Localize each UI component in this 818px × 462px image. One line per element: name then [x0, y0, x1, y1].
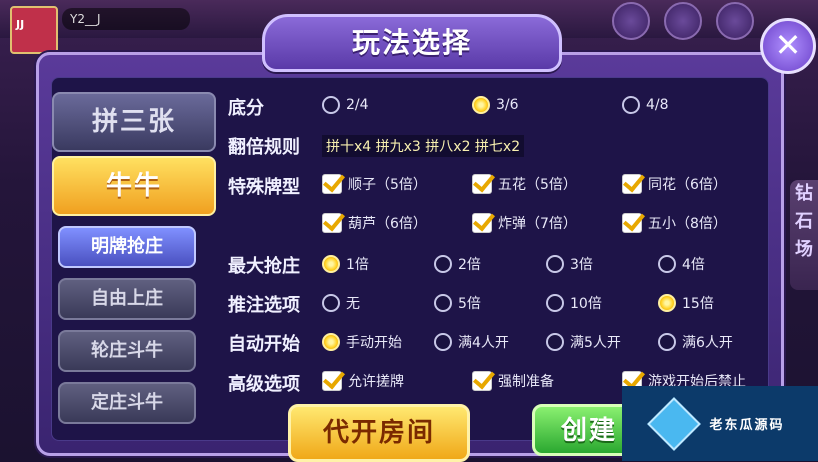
checkbox-checked-icon [622, 213, 642, 233]
option-label: 2倍 [458, 257, 481, 273]
base-score-option[interactable]: 4/8 [622, 96, 669, 114]
radio-selected-icon [658, 294, 676, 312]
max-grab-option[interactable]: 2倍 [434, 254, 481, 274]
option-label: 炸弹（7倍） [498, 216, 577, 232]
option-label: 五花（5倍） [498, 177, 577, 193]
mode-dingzhuang-douniu[interactable]: 定庄斗牛 [58, 382, 196, 424]
special-type-checkbox[interactable]: 顺子（5倍） [322, 174, 427, 194]
option-label: 葫芦（6倍） [348, 216, 427, 232]
option-label: 4/8 [646, 97, 669, 113]
option-label: 五小（8倍） [648, 216, 727, 232]
auto-start-option[interactable]: 手动开始 [322, 332, 402, 352]
radio-icon [546, 255, 564, 273]
auto-start-option[interactable]: 满5人开 [546, 332, 621, 352]
checkbox-checked-icon [622, 174, 642, 194]
radio-icon [434, 294, 452, 312]
max-grab-option[interactable]: 1倍 [322, 254, 369, 274]
radio-icon [434, 333, 452, 351]
radio-selected-icon [472, 96, 490, 114]
option-label: 1倍 [346, 257, 369, 273]
close-button[interactable]: ✕ [760, 18, 816, 74]
close-icon: ✕ [774, 26, 802, 64]
multiplier-rule-label: 翻倍规则 [228, 137, 300, 158]
checkbox-checked-icon [322, 213, 342, 233]
radio-icon [546, 333, 564, 351]
radio-selected-icon [322, 333, 340, 351]
avatar[interactable]: JJ [10, 6, 58, 54]
option-label: 允许搓牌 [348, 374, 404, 390]
radio-icon [658, 255, 676, 273]
option-label: 10倍 [570, 296, 602, 312]
option-label: 满6人开 [682, 335, 733, 351]
tab-niuniu[interactable]: 牛牛 [52, 156, 216, 216]
multiplier-rule-value: 拼十x4 拼九x3 拼八x2 拼七x2 [322, 135, 525, 157]
dialog-title-banner: 玩法选择 [262, 14, 562, 72]
radio-icon [546, 294, 564, 312]
special-type-checkbox[interactable]: 同花（6倍） [622, 174, 727, 194]
bet-option[interactable]: 10倍 [546, 293, 602, 313]
option-label: 2/4 [346, 97, 369, 113]
menu-icon[interactable] [612, 2, 650, 40]
advanced-checkbox[interactable]: 强制准备 [472, 371, 554, 391]
bet-option[interactable]: 15倍 [658, 293, 714, 313]
base-score-option[interactable]: 2/4 [322, 96, 369, 114]
watermark-text: 老东瓜源码 [709, 418, 785, 433]
option-label: 5倍 [458, 296, 481, 312]
special-type-label: 特殊牌型 [228, 177, 300, 198]
option-label: 强制准备 [498, 374, 554, 390]
mode-lunzhuang-douniu[interactable]: 轮庄斗牛 [58, 330, 196, 372]
option-label: 无 [346, 296, 360, 312]
mode-ziyou-shangzhuang[interactable]: 自由上庄 [58, 278, 196, 320]
avatar-label: JJ [16, 18, 25, 31]
option-label: 3/6 [496, 97, 519, 113]
option-label: 手动开始 [346, 335, 402, 351]
checkbox-checked-icon [472, 213, 492, 233]
checkbox-checked-icon [472, 371, 492, 391]
shop-icon[interactable] [664, 2, 702, 40]
radio-icon [658, 333, 676, 351]
diamond-icon [647, 396, 702, 451]
side-tab-diamond-room[interactable]: 钻石场 [790, 180, 818, 290]
checkbox-checked-icon [472, 174, 492, 194]
auto-start-option[interactable]: 满6人开 [658, 332, 733, 352]
max-grab-option[interactable]: 3倍 [546, 254, 593, 274]
radio-icon [622, 96, 640, 114]
max-grab-label: 最大抢庄 [228, 256, 300, 277]
option-label: 满4人开 [458, 335, 509, 351]
watermark: 老东瓜源码 [622, 386, 818, 461]
option-label: 15倍 [682, 296, 714, 312]
special-type-checkbox[interactable]: 五花（5倍） [472, 174, 577, 194]
advanced-label: 高级选项 [228, 374, 300, 395]
mode-mingpai-qiangzhuang[interactable]: 明牌抢庄 [58, 226, 196, 268]
auto-start-option[interactable]: 满4人开 [434, 332, 509, 352]
special-type-checkbox[interactable]: 五小（8倍） [622, 213, 727, 233]
base-score-label: 底分 [228, 98, 264, 119]
advanced-checkbox[interactable]: 允许搓牌 [322, 371, 404, 391]
option-label: 4倍 [682, 257, 705, 273]
bet-option-label: 推注选项 [228, 295, 300, 316]
base-score-option[interactable]: 3/6 [472, 96, 519, 114]
radio-icon [322, 96, 340, 114]
bet-option[interactable]: 无 [322, 293, 360, 313]
option-label: 顺子（5倍） [348, 177, 427, 193]
radio-icon [322, 294, 340, 312]
option-label: 3倍 [570, 257, 593, 273]
radio-selected-icon [322, 255, 340, 273]
player-name: Y2__J [62, 8, 190, 30]
proxy-room-button[interactable]: 代开房间 [288, 404, 470, 462]
max-grab-option[interactable]: 4倍 [658, 254, 705, 274]
bet-option[interactable]: 5倍 [434, 293, 481, 313]
option-label: 同花（6倍） [648, 177, 727, 193]
option-label: 满5人开 [570, 335, 621, 351]
dialog-title: 玩法选择 [351, 26, 472, 59]
support-icon[interactable] [716, 2, 754, 40]
auto-start-label: 自动开始 [228, 334, 300, 355]
checkbox-checked-icon [322, 371, 342, 391]
checkbox-checked-icon [322, 174, 342, 194]
radio-icon [434, 255, 452, 273]
special-type-checkbox[interactable]: 葫芦（6倍） [322, 213, 427, 233]
special-type-checkbox[interactable]: 炸弹（7倍） [472, 213, 577, 233]
tab-pinsanzhang[interactable]: 拼三张 [52, 92, 216, 152]
